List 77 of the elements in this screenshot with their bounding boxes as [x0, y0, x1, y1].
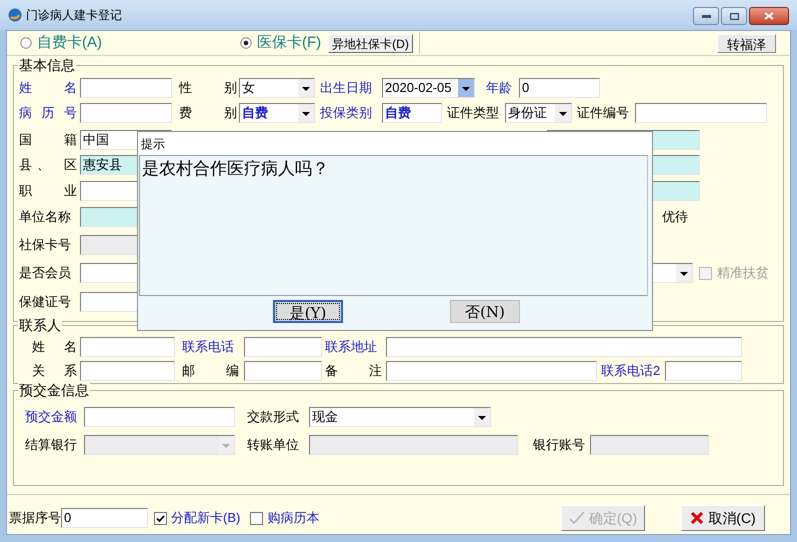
checkbox[interactable] [154, 512, 167, 524]
checkbox-option[interactable]: 分配新卡(B) [154, 508, 240, 528]
input-field[interactable]: 0 [61, 508, 148, 528]
app-logo-icon [8, 8, 22, 22]
minimize-icon [702, 14, 710, 18]
field-label: 单位名称 [19, 208, 72, 226]
dialog-button[interactable]: 否(N) [450, 300, 520, 323]
dropdown-field[interactable]: 身份证 [505, 103, 572, 123]
checkbox-option[interactable]: 购病历本 [250, 508, 320, 528]
cancel-button[interactable]: 取消(C) [681, 505, 765, 531]
field-label: 姓 名 [32, 338, 77, 356]
field-label: 联系电话2 [601, 362, 662, 380]
field-label: 出生日期 [320, 79, 373, 97]
radio-button[interactable] [240, 37, 252, 49]
radio-button[interactable] [20, 37, 32, 49]
input-field[interactable] [244, 337, 322, 357]
minimize-button[interactable] [693, 7, 719, 25]
close-button[interactable] [749, 7, 789, 25]
input-field[interactable] [244, 361, 322, 381]
remote-card-button[interactable]: 异地社保卡(D) [328, 34, 413, 52]
field-label: 姓 名 [19, 79, 77, 97]
input-field[interactable] [635, 103, 767, 123]
field-label: 联系电话 [182, 338, 235, 356]
maximize-button[interactable] [721, 7, 747, 25]
input-field[interactable] [84, 407, 235, 427]
field-label: 证件类型 [447, 104, 500, 122]
field-label: 年龄 [486, 79, 513, 97]
field-label: 备 注 [325, 362, 382, 380]
input-field[interactable] [386, 361, 597, 381]
field-label: 交款形式 [247, 408, 300, 426]
field-label: 预交金额 [25, 408, 78, 426]
group-title: 预交金信息 [18, 381, 90, 399]
checkmark-icon [568, 511, 585, 525]
dropdown-field[interactable]: 自费 [239, 103, 315, 123]
field-label: 是否会员 [19, 264, 72, 282]
field-label: 结算银行 [25, 436, 78, 454]
field-label: 社保卡号 [19, 236, 72, 254]
input-field[interactable] [665, 361, 742, 381]
field-label: 国 籍 [19, 131, 77, 149]
field-label: 关 系 [32, 362, 77, 380]
dialog-title: 提示 [141, 136, 165, 152]
group-title: 基本信息 [18, 56, 76, 74]
field-label: 县、 区 [19, 156, 77, 174]
dropdown-field[interactable]: 女 [239, 78, 315, 98]
field-label: 费 别 [179, 104, 237, 122]
field-label: 联系地址 [325, 338, 378, 356]
checkbox[interactable] [250, 512, 264, 524]
input-field[interactable]: 自费 [382, 103, 442, 123]
checkbox-label: 精准扶贫 [717, 264, 769, 282]
field-label: 职 业 [19, 182, 77, 200]
field-label: 银行账号 [533, 436, 586, 454]
preferential-label: 优待 [662, 208, 688, 226]
card-type-option[interactable]: 医保卡(F) [240, 32, 322, 54]
field-label: 病 历 号 [19, 104, 77, 122]
dropdown-field[interactable]: 现金 [309, 407, 491, 427]
field-label: 证件编号 [577, 104, 630, 122]
input-field[interactable]: 0 [519, 78, 600, 98]
group-title: 联系人 [18, 316, 62, 334]
card-type-option[interactable]: 自费卡(A) [20, 32, 240, 54]
input-field[interactable] [80, 337, 175, 357]
field-label: 票据序号 [9, 509, 61, 528]
field-label: 邮 编 [182, 362, 239, 380]
field-label: 性 别 [179, 79, 237, 97]
cross-icon [690, 511, 704, 525]
dialog-button[interactable]: 是(Y) [273, 300, 343, 323]
dropdown-field[interactable]: 2020-02-05 [382, 78, 475, 98]
field-label: 转账单位 [247, 436, 300, 454]
input-field[interactable] [80, 361, 175, 381]
input-field[interactable] [386, 337, 742, 357]
input-field[interactable] [80, 78, 172, 98]
transfer-button[interactable]: 转福泽 [717, 34, 776, 52]
close-icon [764, 12, 774, 20]
input-field[interactable] [80, 103, 172, 123]
maximize-icon [730, 12, 738, 20]
field-label: 投保类别 [320, 104, 373, 122]
field-label: 保健证号 [19, 293, 72, 311]
window-title: 门诊病人建卡登记 [26, 7, 122, 24]
